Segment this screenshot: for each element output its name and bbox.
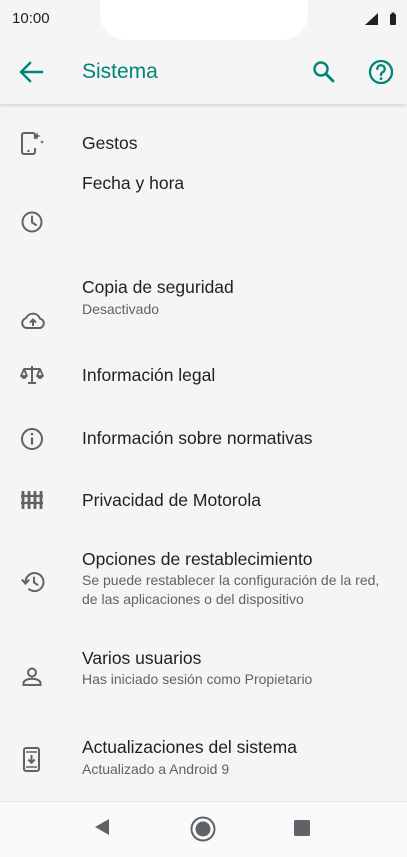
person-icon — [19, 664, 45, 695]
status-icons — [363, 12, 397, 31]
help-icon[interactable] — [367, 58, 395, 91]
list-item-reset[interactable]: Opciones de restablecimiento Se puede re… — [0, 549, 407, 654]
list-item-regulatory[interactable]: Información sobre normativas — [0, 428, 407, 491]
info-icon — [19, 426, 45, 457]
item-label: Varios usuarios — [82, 648, 202, 668]
nav-back-icon[interactable] — [92, 817, 112, 842]
list-item-gestures[interactable]: Gestos — [0, 104, 407, 181]
gestures-icon — [19, 129, 45, 162]
cloud-backup-icon — [19, 309, 47, 338]
navigation-bar — [0, 801, 407, 857]
battery-icon — [390, 12, 396, 25]
app-bar: Sistema — [0, 40, 407, 104]
display-notch — [100, 0, 308, 40]
item-summary: Actualizado a Android 9 — [82, 761, 230, 777]
item-label: Copia de seguridad — [82, 277, 234, 297]
arrow-back-icon[interactable] — [18, 60, 44, 89]
privacy-fence-icon — [19, 488, 45, 517]
system-update-icon — [19, 746, 45, 779]
page-title: Sistema — [82, 60, 158, 83]
clock-icon — [19, 209, 45, 240]
list-item-legal[interactable]: Información legal — [0, 365, 407, 430]
item-label: Información sobre normativas — [82, 428, 313, 448]
list-item-backup[interactable]: Copia de seguridad Desactivado — [0, 277, 407, 369]
item-label: Actualizaciones del sistema — [82, 737, 297, 757]
item-summary: Se puede restablecer la configuración de… — [82, 572, 380, 607]
settings-list: Gestos Fecha y hora Copia de seguridad D… — [0, 104, 407, 810]
nav-home-icon[interactable] — [189, 815, 217, 848]
item-label: Fecha y hora — [82, 173, 185, 193]
legal-scale-icon — [19, 363, 45, 392]
item-label: Privacidad de Motorola — [82, 490, 261, 510]
item-label: Opciones de restablecimiento — [82, 549, 313, 569]
status-time: 10:00 — [12, 10, 50, 27]
item-summary: Desactivado — [82, 301, 160, 317]
list-item-system-updates[interactable]: Actualizaciones del sistema Actualizado … — [0, 736, 407, 810]
nav-recents-icon[interactable] — [292, 818, 312, 843]
status-bar: 10:00 — [0, 0, 407, 40]
list-item-users[interactable]: Varios usuarios Has iniciado sesión como… — [0, 648, 407, 736]
item-label: Información legal — [82, 365, 216, 385]
list-item-date-time[interactable]: Fecha y hora — [0, 173, 407, 291]
search-icon[interactable] — [311, 59, 337, 90]
list-item-privacy[interactable]: Privacidad de Motorola — [0, 488, 407, 552]
restore-icon — [19, 569, 47, 600]
item-summary: Has iniciado sesión como Propietario — [82, 671, 313, 687]
item-label: Gestos — [82, 133, 138, 153]
